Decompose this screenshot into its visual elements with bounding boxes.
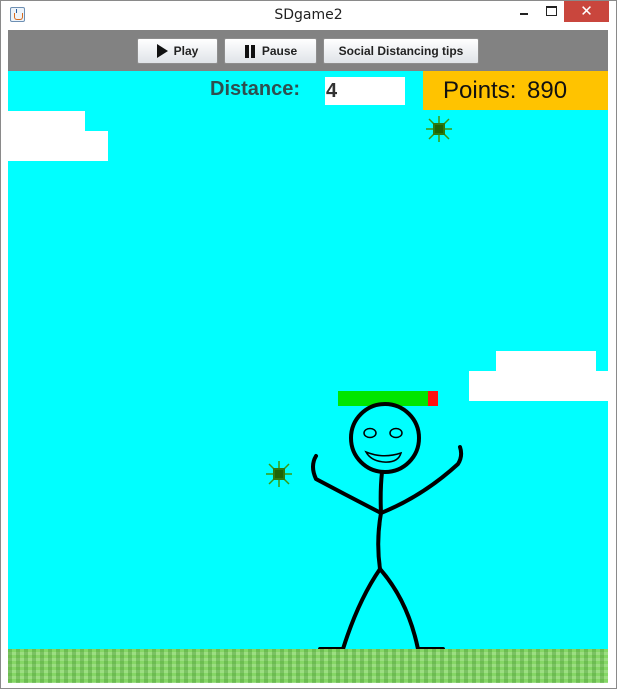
pause-icon <box>244 44 256 58</box>
virus-icon <box>266 461 292 487</box>
social-distancing-tips-button[interactable]: Social Distancing tips <box>323 38 479 64</box>
cloud <box>8 111 85 133</box>
cloud <box>469 371 608 401</box>
close-icon: ✕ <box>580 2 593 20</box>
stick-figure-player <box>311 402 464 651</box>
play-label: Play <box>173 44 199 58</box>
play-button[interactable]: Play <box>137 38 218 64</box>
cloud <box>8 131 108 161</box>
distance-label: Distance: <box>210 78 301 100</box>
tips-label: Social Distancing tips <box>338 44 464 58</box>
toolbar: Play Pause Social Distancing tips <box>8 30 608 71</box>
minimize-button[interactable] <box>510 1 538 22</box>
virus-icon <box>426 116 452 142</box>
close-button[interactable]: ✕ <box>564 1 609 22</box>
maximize-icon <box>546 6 557 16</box>
game-canvas[interactable]: Distance: Points: 890 <box>8 71 608 683</box>
game-window: SDgame2 ✕ Play Pause Social Distancing t… <box>0 0 617 689</box>
maximize-button[interactable] <box>538 1 564 22</box>
points-label: Points: <box>443 77 517 104</box>
play-icon <box>156 44 168 58</box>
title-bar[interactable]: SDgame2 ✕ <box>1 1 616 29</box>
pause-button[interactable]: Pause <box>224 38 317 64</box>
cloud <box>496 351 596 373</box>
distance-input[interactable] <box>325 77 405 105</box>
grass-ground <box>8 649 608 683</box>
points-display: Points: 890 <box>423 71 608 110</box>
points-value: 890 <box>527 77 568 104</box>
pause-label: Pause <box>261 44 298 58</box>
minimize-icon <box>520 13 528 15</box>
